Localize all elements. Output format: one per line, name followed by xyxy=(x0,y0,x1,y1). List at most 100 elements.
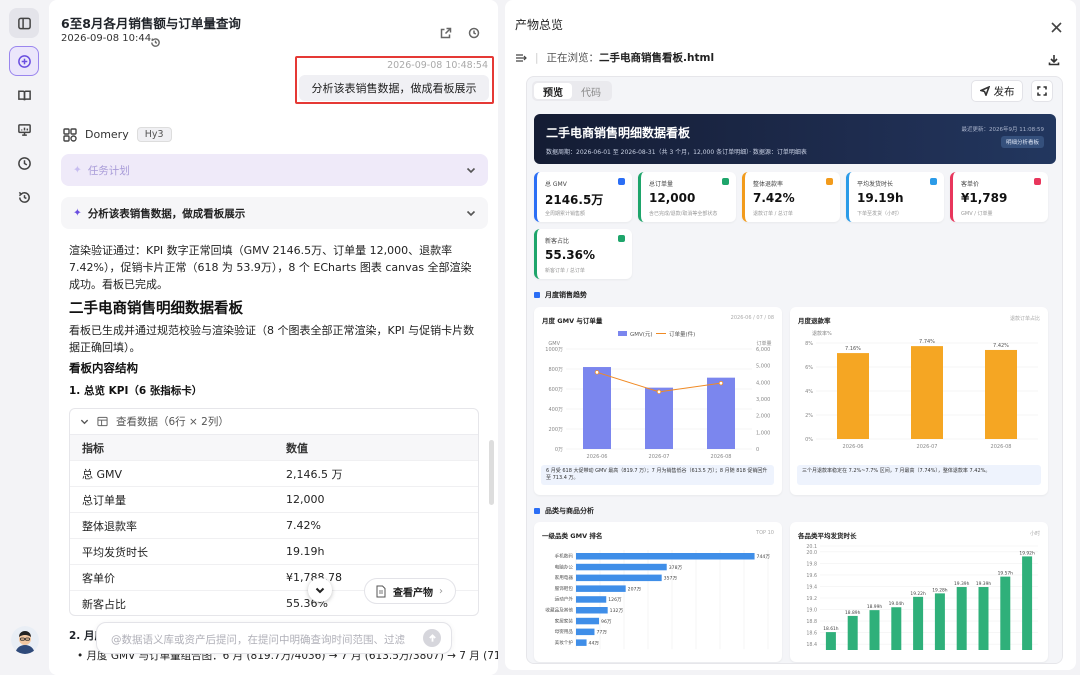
user-avatar[interactable] xyxy=(11,626,39,654)
artifact-title: 产物总览 xyxy=(515,18,564,32)
section-category-label: 品类与商品分析 xyxy=(545,507,594,515)
history-clock-icon[interactable] xyxy=(150,33,161,47)
y-right-tick-label: 3,000 xyxy=(756,397,770,403)
dashboard-updated: 最近更新：2026年9月 11:08:59 xyxy=(961,127,1044,133)
ship-time-card: 各品类平均发货时长 小时 18.4 18.6 18.8 19.0 19.2 19.4 19.… xyxy=(790,522,1048,662)
board-heading: 二手电商销售明细数据看板 xyxy=(69,301,243,317)
download-icon[interactable] xyxy=(1048,51,1060,66)
kpi-card: 平均发货时长 19.19h 下单至发货（小时） xyxy=(846,172,944,222)
table-toggle-label: 查看数据（6行 × 2列） xyxy=(116,416,229,428)
document-icon xyxy=(376,585,386,597)
ship-time-chart: 18.4 18.6 18.8 19.0 19.2 19.4 19.6 19.8 20.020.1… xyxy=(806,544,1038,650)
y-tick-label: 4% xyxy=(805,389,813,395)
table-row: 总 GMV 2,146.5 万 xyxy=(70,461,478,487)
chat-input[interactable]: @数据语义库或资产后提问，在提问中明确查询时间范围、过滤 xyxy=(96,622,452,654)
table-cell: 总 GMV xyxy=(82,467,123,481)
tab-preview[interactable]: 预览 xyxy=(534,83,572,99)
bar-category xyxy=(576,585,626,592)
chart-subtitle: TOP 10 xyxy=(756,530,774,536)
data-label: 19.92h xyxy=(1019,550,1035,556)
task-plan-collapse[interactable]: ✦ 任务计划 xyxy=(61,154,488,186)
share-external-icon[interactable] xyxy=(440,24,452,39)
left-rail xyxy=(0,0,48,675)
y-tick-label: 19.0 xyxy=(806,608,817,614)
bar-ship-time xyxy=(913,596,924,650)
y-right-tick-label: 6,000 xyxy=(756,347,770,353)
data-label: 19.39h xyxy=(976,581,992,587)
clock-icon[interactable] xyxy=(9,148,39,178)
sparkle-icon: ✦ xyxy=(73,164,82,176)
table-header-cell: 数值 xyxy=(286,441,308,455)
dashboard-monitor-icon[interactable] xyxy=(9,114,39,144)
y-right-tick-label: 0 xyxy=(756,447,759,453)
table-header-cell: 指标 xyxy=(82,441,104,455)
data-label: 18.99h xyxy=(867,604,883,610)
data-label: 18.61h xyxy=(823,626,839,632)
timer-icon[interactable] xyxy=(468,24,480,39)
knowledge-book-icon[interactable] xyxy=(9,80,39,110)
chart-title: 各品类平均发货时长 xyxy=(798,532,857,540)
gmv-note: 6 月受 618 大促带动 GMV 最高（819.7 万）；7 月为销售低谷（6… xyxy=(541,465,774,485)
browsing-file-name: 二手电商销售看板.html xyxy=(599,52,715,64)
chat-scrollbar[interactable] xyxy=(489,440,494,505)
kpi-subtitle: 全周期累计销售额 xyxy=(545,211,586,217)
data-label: 18.89h xyxy=(845,610,861,616)
category-gmv-chart: 手机数码 744万电脑办公 378万家用电器 357万服饰鞋包 207万运动户外 126万… xyxy=(545,550,770,650)
y-tick-label: 2% xyxy=(805,413,813,419)
data-label: 126万 xyxy=(608,597,622,603)
sparkle-icon: ✦ xyxy=(73,207,82,219)
send-button[interactable] xyxy=(423,629,441,647)
scroll-down-button[interactable] xyxy=(308,578,332,602)
gmv-chart-card: 月度 GMV 与订单量 2026-06 / 07 / 08 GMV(元) 订单量(… xyxy=(534,307,782,495)
chevron-down-icon xyxy=(466,165,476,175)
y-tick-label: 20.1 xyxy=(806,544,817,550)
task-step-collapse[interactable]: ✦ 分析该表销售数据，做成看板展示 xyxy=(61,197,488,229)
table-row: 整体退款率 7.42% xyxy=(70,513,478,539)
refund-rate-chart: 退款率% 0% 2% 4% 6% 8% 7.16% 2026-06 7.74% 2026-07 7.… xyxy=(805,330,1038,450)
table-cell: 12,000 xyxy=(286,493,325,506)
kpi-subtitle: 新客订单 / 总订单 xyxy=(545,268,585,274)
kpi-title: 总订单量 xyxy=(649,181,674,188)
category-label: 收藏品及其他 xyxy=(545,607,573,614)
publish-button[interactable]: 发布 xyxy=(971,80,1023,102)
table-cell: 19.19h xyxy=(286,545,325,558)
data-label: 132万 xyxy=(610,608,624,614)
y-right-tick-label: 1,000 xyxy=(756,430,770,436)
new-chat-icon[interactable] xyxy=(9,46,39,76)
table-icon xyxy=(97,416,108,427)
category-label: 运动户外 xyxy=(555,596,574,603)
sidebar-toggle-icon[interactable] xyxy=(9,8,39,38)
category-gmv-card: 一级品类 GMV 排名 TOP 10 手机数码 744万 电脑办公 378万 家用电器 3… xyxy=(534,522,782,662)
table-cell: 客单价 xyxy=(82,571,115,585)
table-toggle[interactable]: 查看数据（6行 × 2列） xyxy=(70,409,478,435)
history-icon[interactable] xyxy=(9,182,39,212)
chat-title: 6至8月各月销售额与订单量查询 xyxy=(61,16,241,31)
bar-category xyxy=(576,639,587,646)
bar-refund xyxy=(837,353,869,439)
chart-subtitle: 退款订单占比 xyxy=(1009,316,1040,322)
refund-note: 三个月退款率稳定在 7.2%~7.7% 区间，7 月最高（7.74%），整体退款… xyxy=(797,465,1041,485)
chart-title: 一级品类 GMV 排名 xyxy=(542,532,603,540)
close-icon[interactable] xyxy=(1051,18,1062,33)
data-label: 19.57h xyxy=(998,571,1014,577)
kpi-title: 整体退款率 xyxy=(753,181,784,188)
bar-gmv xyxy=(707,377,735,449)
category-label: 家用电器 xyxy=(555,574,574,581)
legend-swatch xyxy=(618,331,627,336)
x-tick-label: 2026-06 xyxy=(843,444,864,450)
view-artifact-button[interactable]: 查看产物 › xyxy=(364,578,456,604)
kpi-card: 总 GMV 2146.5万 全周期累计销售额 xyxy=(534,172,632,222)
orders-point xyxy=(718,380,724,386)
table-cell: 整体退款率 xyxy=(82,519,137,533)
data-label: 77万 xyxy=(596,630,607,636)
category-label: 母婴用品 xyxy=(555,629,574,635)
task-step-label: 分析该表销售数据，做成看板展示 xyxy=(87,207,246,220)
collapse-panel-icon[interactable] xyxy=(515,53,527,63)
kpi-value: 55.36% xyxy=(545,248,595,262)
data-label: 7.74% xyxy=(919,339,935,345)
fullscreen-button[interactable] xyxy=(1031,80,1053,102)
data-label: 96万 xyxy=(601,619,612,625)
tab-code[interactable]: 代码 xyxy=(572,83,610,99)
data-label: 357万 xyxy=(664,576,678,582)
kpi-subtitle: 含已完成/退款/取消等全部状态 xyxy=(649,211,718,217)
